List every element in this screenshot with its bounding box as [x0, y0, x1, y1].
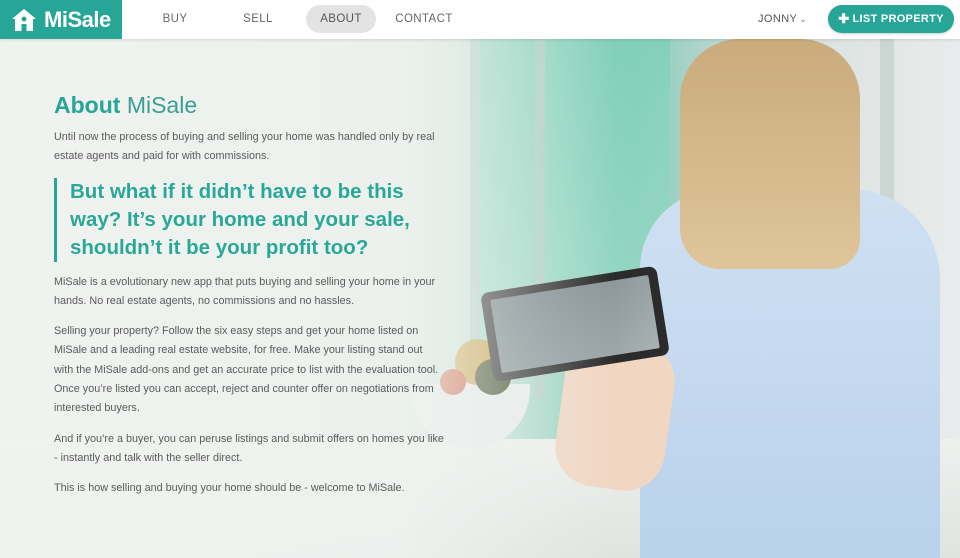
- intro-paragraph: Until now the process of buying and sell…: [54, 131, 435, 163]
- logo[interactable]: MiSale: [0, 0, 122, 39]
- page-title-strong: About: [54, 92, 121, 118]
- body-paragraph: This is how selling and buying your home…: [54, 482, 405, 495]
- list-property-label: LIST PROPERTY: [852, 13, 944, 25]
- nav-about[interactable]: ABOUT: [306, 5, 376, 33]
- main-nav: BUY SELL ABOUT CONTACT: [140, 5, 472, 33]
- pull-quote-text: But what if it didn’t have to be this wa…: [70, 179, 410, 259]
- top-navigation-bar: MiSale BUY SELL ABOUT CONTACT JONNY ⌄ ✚ L…: [0, 0, 960, 39]
- plus-icon: ✚: [838, 11, 850, 26]
- body-paragraph: And if you’re a buyer, you can peruse li…: [54, 432, 444, 464]
- body-paragraph: Selling your property? Follow the six ea…: [54, 325, 439, 415]
- brand-name: MiSale: [44, 6, 111, 32]
- user-name: JONNY: [758, 13, 798, 25]
- nav-buy[interactable]: BUY: [140, 5, 210, 33]
- house-icon: [12, 8, 36, 31]
- pull-quote: But what if it didn’t have to be this wa…: [54, 177, 444, 262]
- about-content: About MiSale Until now the process of bu…: [54, 90, 444, 499]
- body-paragraph: MiSale is a evolutionary new app that pu…: [54, 275, 436, 307]
- list-property-button[interactable]: ✚ LIST PROPERTY: [828, 5, 954, 33]
- page-title: About MiSale: [54, 90, 444, 120]
- nav-sell[interactable]: SELL: [210, 5, 306, 33]
- nav-contact[interactable]: CONTACT: [376, 5, 472, 33]
- chevron-down-icon: ⌄: [799, 14, 808, 24]
- user-menu[interactable]: JONNY ⌄: [758, 13, 807, 25]
- page-title-light: MiSale: [126, 92, 198, 118]
